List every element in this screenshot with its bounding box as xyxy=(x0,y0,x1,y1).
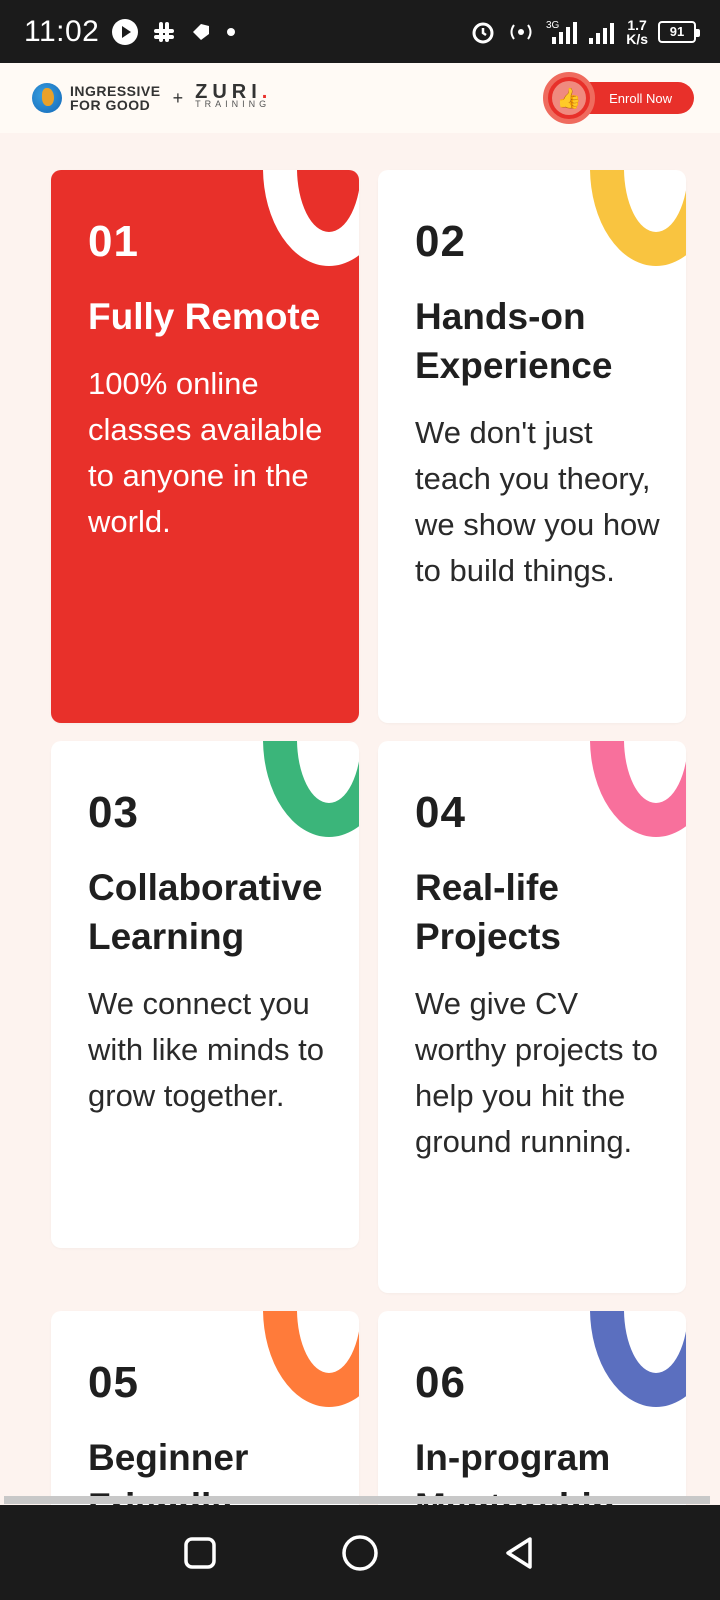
signal-icon xyxy=(588,20,616,44)
card-description: We don't just teach you theory, we show … xyxy=(415,415,660,588)
circle-icon xyxy=(342,1534,378,1571)
net-speed: 1.7 K/s xyxy=(626,18,648,46)
back-button[interactable] xyxy=(498,1531,542,1575)
thumb-badge: 👍 xyxy=(543,72,596,124)
site-header: INGRESSIVE FOR GOOD + ZURI. TRAINING 👍 E… xyxy=(0,63,720,133)
arc-decoration xyxy=(586,1311,686,1407)
zuri-name-wrap: ZURI. xyxy=(195,82,272,102)
status-right: 3G 1.7 K/s 91 xyxy=(470,18,700,46)
arc-decoration xyxy=(586,741,686,837)
svg-text:3G: 3G xyxy=(546,20,560,31)
card-title: Real-life Projects xyxy=(415,867,562,957)
recents-button[interactable] xyxy=(178,1531,222,1575)
system-nav-bar xyxy=(0,1505,720,1600)
home-button[interactable] xyxy=(338,1531,382,1575)
feature-card-03: 03 Collaborative Learning We connect you… xyxy=(51,741,359,1248)
globe-icon xyxy=(32,83,62,113)
net-speed-value: 1.7 xyxy=(627,16,647,33)
card-title: Hands-on Experience xyxy=(415,296,613,386)
feature-card-04: 04 Real-life Projects We give CV worthy … xyxy=(378,741,686,1293)
zuri-sub: TRAINING xyxy=(195,99,271,109)
enroll-now-button[interactable]: 👍 Enroll Now xyxy=(543,72,694,124)
thumbs-up-icon: 👍 xyxy=(552,81,587,115)
net-speed-unit: K/s xyxy=(626,30,648,47)
alarm-icon xyxy=(470,19,496,45)
arc-decoration xyxy=(259,170,359,266)
card-description: We connect you with like minds to grow t… xyxy=(88,986,325,1113)
battery-level: 91 xyxy=(669,24,685,39)
feature-card-02: 02 Hands-on Experience We don't just tea… xyxy=(378,170,686,723)
arc-decoration xyxy=(259,741,359,837)
logo-plus: + xyxy=(172,87,184,108)
hotspot-icon xyxy=(506,21,536,43)
logo[interactable]: INGRESSIVE FOR GOOD + ZURI. TRAINING xyxy=(32,82,272,113)
status-left: 11:02 xyxy=(24,15,237,49)
back-triangle-icon xyxy=(506,1536,532,1569)
card-description: 100% online classes available to anyone … xyxy=(88,366,323,539)
zuri-logo: ZURI. TRAINING xyxy=(195,82,272,110)
tag-icon xyxy=(189,20,213,44)
brand-line1: INGRESSIVE xyxy=(70,83,161,99)
brand-line2: FOR GOOD xyxy=(70,97,151,113)
enroll-label: Enroll Now xyxy=(609,90,672,106)
card-description: We give CV worthy projects to help you h… xyxy=(415,986,658,1159)
slack-icon xyxy=(151,19,177,45)
signal-3g-icon: 3G xyxy=(546,19,578,45)
battery-icon: 91 xyxy=(658,20,700,43)
scroll-indicator xyxy=(4,1496,710,1504)
play-icon xyxy=(111,18,139,46)
card-title: Fully Remote xyxy=(88,296,321,337)
status-bar: 11:02 3G 1.7 K/s 91 xyxy=(0,0,720,63)
feature-card-01: 01 Fully Remote 100% online classes avai… xyxy=(51,170,359,723)
arc-decoration xyxy=(259,1311,359,1407)
status-time: 11:02 xyxy=(24,14,100,48)
brand-text: INGRESSIVE FOR GOOD xyxy=(70,84,161,112)
arc-decoration xyxy=(586,170,686,266)
card-title: Collaborative Learning xyxy=(88,867,323,957)
square-icon xyxy=(184,1536,216,1569)
dot-icon xyxy=(225,26,237,38)
